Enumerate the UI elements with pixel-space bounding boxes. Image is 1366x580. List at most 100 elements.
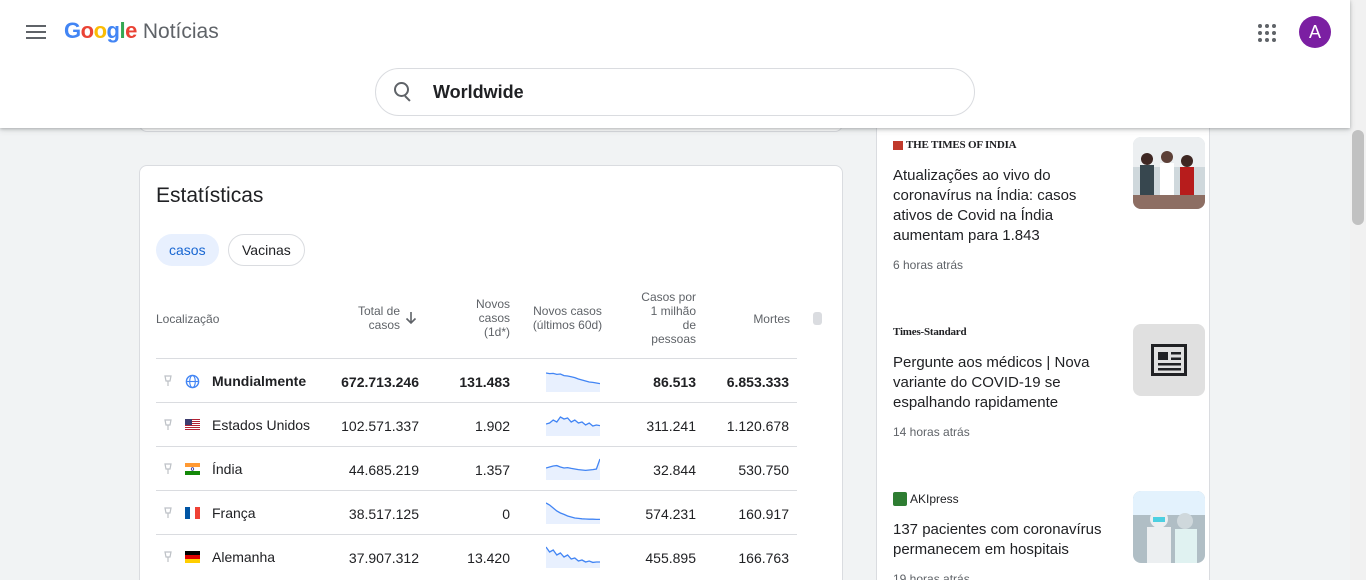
row-location[interactable]: Alemanha <box>212 549 275 565</box>
row-deaths: 160.917 <box>738 506 789 522</box>
pin-icon[interactable] <box>164 507 172 519</box>
row-location[interactable]: França <box>212 505 256 521</box>
column-header-cases-per-million[interactable]: Casos por 1 milhão de pessoas <box>626 290 696 346</box>
toi-logo-icon <box>893 140 903 150</box>
news-thumbnail[interactable] <box>1133 324 1205 396</box>
news-headline[interactable]: 137 pacientes com coronavírus permanecem… <box>893 520 1119 560</box>
row-new-cases: 13.420 <box>467 550 510 566</box>
header-line: (1d*) <box>483 325 510 339</box>
header-line: casos <box>368 318 400 332</box>
india-flag-icon <box>185 462 200 475</box>
pin-icon[interactable] <box>164 419 172 431</box>
header-line: Total de <box>357 304 400 318</box>
column-header-new-cases-60d[interactable]: Novos casos (últimos 60d) <box>520 304 615 332</box>
statistics-table-body: Mundialmente 672.713.246 131.483 86.513 … <box>156 358 797 578</box>
search-input[interactable] <box>433 81 933 103</box>
sort-descending-icon[interactable] <box>405 311 417 325</box>
product-name: Notícias <box>142 20 219 43</box>
search-bar[interactable] <box>375 68 975 116</box>
news-article[interactable]: THE TIMES OF INDIA Atualizações ao vivo … <box>893 137 1205 272</box>
row-trend-sparkline <box>546 416 600 436</box>
row-trend-sparkline <box>546 502 600 524</box>
row-trend-sparkline <box>546 458 600 480</box>
news-headline[interactable]: Pergunte aos médicos | Nova variante do … <box>893 353 1119 413</box>
news-headline[interactable]: Atualizações ao vivo do coronavírus na Í… <box>893 166 1119 246</box>
row-cases-per-million: 32.844 <box>653 462 696 478</box>
google-wordmark: Google <box>64 18 137 43</box>
newspaper-icon <box>1151 344 1187 376</box>
news-source-name: THE TIMES OF INDIA <box>906 139 1017 151</box>
table-row[interactable]: Estados Unidos 102.571.337 1.902 311.241… <box>156 402 797 446</box>
news-source-name: AKIpress <box>910 492 959 506</box>
row-deaths: 166.763 <box>738 550 789 566</box>
row-trend-sparkline <box>546 372 600 392</box>
table-scroll-indicator[interactable] <box>813 312 822 325</box>
row-trend-sparkline <box>546 546 600 568</box>
us-flag-icon <box>185 418 200 431</box>
header-line: Novos <box>475 297 510 311</box>
table-row[interactable]: Índia 44.685.219 1.357 32.844 530.750 <box>156 446 797 490</box>
google-news-logo[interactable]: Google Notícias <box>64 18 219 44</box>
header-line: Casos por <box>641 290 696 304</box>
table-row[interactable]: Alemanha 37.907.312 13.420 455.895 166.7… <box>156 534 797 578</box>
tab-vaccines[interactable]: Vacinas <box>228 234 305 266</box>
crowd-photo-icon <box>1133 137 1205 209</box>
header-line: Novos casos <box>533 304 602 318</box>
search-icon[interactable] <box>394 82 414 102</box>
row-cases-per-million: 574.231 <box>645 506 696 522</box>
row-total-cases: 672.713.246 <box>341 374 419 390</box>
row-total-cases: 102.571.337 <box>341 418 419 434</box>
pin-icon[interactable] <box>164 375 172 387</box>
news-time: 19 horas atrás <box>893 572 970 580</box>
medical-staff-photo-icon <box>1133 491 1205 563</box>
top-app-bar: Google Notícias A <box>0 0 1350 128</box>
row-location[interactable]: Estados Unidos <box>212 417 310 433</box>
row-cases-per-million: 86.513 <box>653 374 696 390</box>
globe-icon <box>185 374 200 389</box>
row-deaths: 530.750 <box>738 462 789 478</box>
germany-flag-icon <box>185 550 200 563</box>
page-scrollbar[interactable] <box>1350 0 1366 580</box>
row-location[interactable]: Índia <box>212 461 242 477</box>
row-cases-per-million: 311.241 <box>646 418 696 434</box>
row-deaths: 1.120.678 <box>726 418 789 434</box>
news-article[interactable]: AKIpress 137 pacientes com coronavírus p… <box>893 491 1205 580</box>
header-line: casos <box>478 311 510 325</box>
google-apps-icon[interactable] <box>1256 22 1278 44</box>
header-line: de <box>682 318 696 332</box>
column-header-new-cases[interactable]: Novos casos (1d*) <box>450 297 510 339</box>
news-time: 6 horas atrás <box>893 258 964 272</box>
table-row[interactable]: França 38.517.125 0 574.231 160.917 <box>156 490 797 534</box>
news-time: 14 horas atrás <box>893 425 970 439</box>
row-location[interactable]: Mundialmente <box>212 373 306 389</box>
column-header-deaths[interactable]: Mortes <box>720 312 790 326</box>
row-new-cases: 1.357 <box>474 462 510 478</box>
row-deaths: 6.853.333 <box>726 374 789 390</box>
statistics-title: Estatísticas <box>156 184 264 207</box>
column-header-total-cases[interactable]: Total de casos <box>340 304 400 332</box>
column-header-location[interactable]: Localização <box>156 312 219 326</box>
tab-cases[interactable]: casos <box>156 234 219 266</box>
pin-icon[interactable] <box>164 463 172 475</box>
news-column: THE TIMES OF INDIA Atualizações ao vivo … <box>876 128 1210 580</box>
akipress-logo-icon <box>893 492 907 506</box>
statistics-card: Estatísticas casos Vacinas Localização T… <box>139 165 843 580</box>
row-new-cases: 0 <box>502 506 510 522</box>
news-article[interactable]: Times-Standard Pergunte aos médicos | No… <box>893 324 1205 439</box>
row-new-cases: 1.902 <box>474 418 510 434</box>
news-thumbnail[interactable] <box>1133 137 1205 209</box>
row-total-cases: 38.517.125 <box>348 506 419 522</box>
row-new-cases: 131.483 <box>459 374 510 390</box>
scrollbar-thumb[interactable] <box>1352 130 1364 225</box>
table-row[interactable]: Mundialmente 672.713.246 131.483 86.513 … <box>156 358 797 402</box>
account-avatar[interactable]: A <box>1299 16 1331 48</box>
row-total-cases: 37.907.312 <box>348 550 419 566</box>
header-line: pessoas <box>651 332 696 346</box>
row-cases-per-million: 455.895 <box>645 550 696 566</box>
pin-icon[interactable] <box>164 551 172 563</box>
main-menu-icon[interactable] <box>22 20 50 44</box>
france-flag-icon <box>185 506 200 519</box>
header-line: (últimos 60d) <box>532 318 603 332</box>
news-thumbnail[interactable] <box>1133 491 1205 563</box>
header-line: 1 milhão <box>650 304 696 318</box>
